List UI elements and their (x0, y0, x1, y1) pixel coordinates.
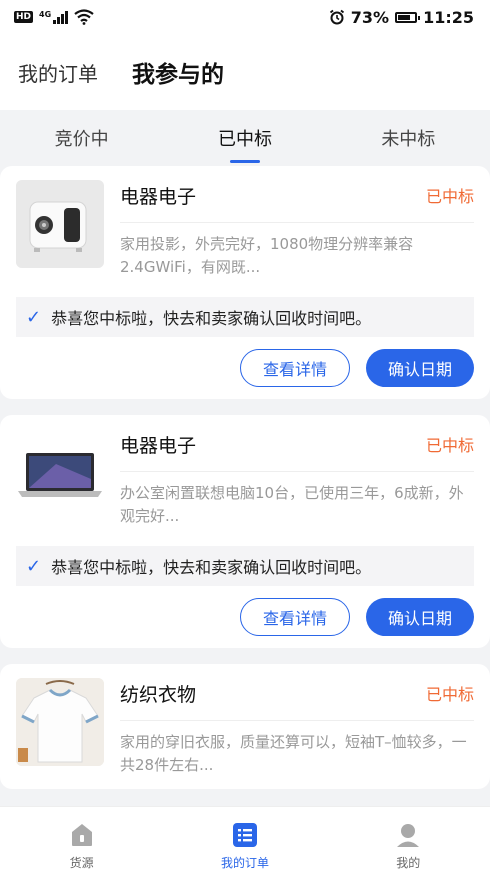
card-description: 家用投影，外壳完好，1080物理分辨率兼容2.4GWiFi，有网既... (120, 235, 414, 276)
tshirt-image (16, 678, 104, 766)
cellular-signal-icon: 4G (39, 10, 69, 24)
notice-text: 恭喜您中标啦，快去和卖家确认回收时间吧。 (51, 558, 372, 577)
tab-lost[interactable]: 未中标 (367, 119, 449, 157)
card-title: 电器电子 (120, 185, 197, 208)
laptop-image (16, 429, 104, 517)
nav-item-source[interactable]: 货源 (22, 822, 142, 871)
status-badge: 已中标 (425, 436, 474, 455)
card-description: 家用的穿旧衣服，质量还算可以，短袖T–恤较多，一共28件左右... (120, 733, 467, 774)
status-tabs: 竞价中 已中标 未中标 (0, 110, 490, 166)
win-notice: ✓ 恭喜您中标啦，快去和卖家确认回收时间吧。 (16, 546, 474, 586)
projector-image (16, 180, 104, 268)
view-detail-button[interactable]: 查看详情 (240, 349, 350, 387)
nav-label: 货源 (69, 856, 94, 870)
order-card[interactable]: 纺织衣物 已中标 家用的穿旧衣服，质量还算可以，短袖T–恤较多，一共28件左右.… (0, 664, 490, 789)
tab-won[interactable]: 已中标 (204, 119, 286, 157)
header-tab-my-orders[interactable]: 我的订单 (18, 58, 98, 87)
status-left: HD 4G (14, 9, 94, 25)
divider (120, 222, 474, 223)
view-detail-button[interactable]: 查看详情 (240, 598, 350, 636)
hd-badge: HD (14, 11, 34, 23)
win-notice: ✓ 恭喜您中标啦，快去和卖家确认回收时间吧。 (16, 297, 474, 337)
battery-icon (395, 11, 421, 23)
status-right: 73% 11:25 (329, 8, 474, 27)
header-tab-participated[interactable]: 我参与的 (132, 55, 224, 89)
home-icon (71, 824, 92, 846)
user-icon (397, 824, 420, 847)
wifi-icon (74, 9, 94, 25)
card-description: 办公室闲置联想电脑10台，已使用三年，6成新，外观完好... (120, 484, 464, 525)
confirm-date-button[interactable]: 确认日期 (366, 598, 474, 636)
confirm-date-button[interactable]: 确认日期 (366, 349, 474, 387)
network-type: 4G (39, 10, 52, 19)
page-header: 我的订单 我参与的 (0, 34, 490, 110)
divider (120, 720, 474, 721)
divider (120, 471, 474, 472)
nav-label: 我的订单 (220, 856, 269, 870)
card-title: 纺织衣物 (120, 683, 197, 706)
notice-text: 恭喜您中标啦，快去和卖家确认回收时间吧。 (51, 309, 372, 328)
clock: 11:25 (423, 7, 474, 27)
order-card[interactable]: 电器电子 已中标 家用投影，外壳完好，1080物理分辨率兼容2.4GWiFi，有… (0, 166, 490, 399)
list-icon (232, 823, 257, 847)
card-title: 电器电子 (120, 434, 197, 457)
tab-bidding[interactable]: 竞价中 (41, 119, 123, 157)
nav-item-my-orders[interactable]: 我的订单 (185, 822, 305, 871)
bottom-nav: 货源 我的订单 我的 (0, 806, 490, 886)
card-actions: 查看详情 确认日期 (16, 349, 474, 387)
card-actions: 查看详情 确认日期 (16, 598, 474, 636)
battery-percent: 73% (350, 7, 390, 27)
status-badge: 已中标 (425, 187, 474, 206)
nav-label: 我的 (396, 856, 421, 870)
check-icon: ✓ (26, 306, 42, 328)
alarm-icon (329, 9, 344, 25)
nav-item-mine[interactable]: 我的 (348, 822, 468, 871)
status-bar: HD 4G 73% 11:25 (0, 0, 490, 34)
check-icon: ✓ (26, 555, 42, 577)
status-badge: 已中标 (425, 685, 474, 704)
order-list: 电器电子 已中标 家用投影，外壳完好，1080物理分辨率兼容2.4GWiFi，有… (0, 166, 490, 789)
order-card[interactable]: 电器电子 已中标 办公室闲置联想电脑10台，已使用三年，6成新，外观完好... … (0, 415, 490, 648)
